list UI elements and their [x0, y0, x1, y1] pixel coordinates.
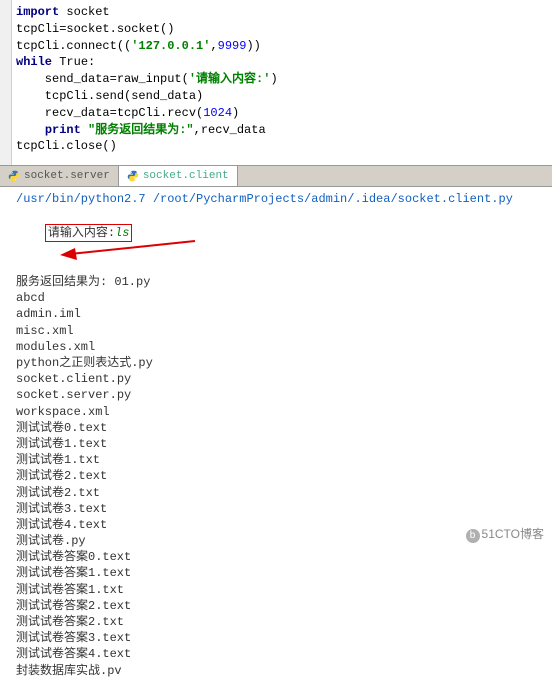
output-line: 测试试卷答案4.text — [16, 646, 544, 662]
output-line: admin.iml — [16, 306, 544, 322]
output-line: 测试试卷答案1.text — [16, 565, 544, 581]
code-line: tcpCli=socket.socket() — [16, 21, 552, 38]
tab-bar: socket.server socket.client — [0, 165, 552, 187]
output-line: 测试试卷1.txt — [16, 452, 544, 468]
code-line: tcpCli.close() — [16, 138, 552, 155]
output-line: 测试试卷答案2.text — [16, 598, 544, 614]
code-line: while True: — [16, 54, 552, 71]
code-line: print "服务返回结果为:",recv_data — [16, 122, 552, 139]
output-line: 测试试卷2.txt — [16, 485, 544, 501]
gutter — [0, 0, 12, 165]
output-line: socket.server.py — [16, 387, 544, 403]
output-line: workspace.xml — [16, 404, 544, 420]
python-icon — [8, 170, 20, 182]
output-line: 测试试卷0.text — [16, 420, 544, 436]
output-line: socket.client.py — [16, 371, 544, 387]
python-icon — [127, 170, 139, 182]
watermark: b51CTO博客 — [466, 525, 544, 543]
output-line: 测试试卷3.text — [16, 501, 544, 517]
code-line: tcpCli.send(send_data) — [16, 88, 552, 105]
interpreter-path: /usr/bin/python2.7 /root/PycharmProjects… — [16, 191, 544, 207]
output-line: 封装数据库实战.pv — [16, 663, 544, 679]
output-line: 测试试卷答案3.text — [16, 630, 544, 646]
output-line: 测试试卷1.text — [16, 436, 544, 452]
console-output[interactable]: /usr/bin/python2.7 /root/PycharmProjects… — [0, 187, 552, 687]
code-line: import socket — [16, 4, 552, 21]
output-line: misc.xml — [16, 323, 544, 339]
input-prompt-line: 请输入内容:ls — [16, 207, 544, 274]
result-line: 服务返回结果为: 01.py — [16, 274, 544, 290]
tab-socket-client[interactable]: socket.client — [119, 166, 238, 186]
tab-socket-server[interactable]: socket.server — [0, 166, 119, 186]
output-line: abcd — [16, 290, 544, 306]
annotation-arrow — [45, 243, 195, 257]
tab-label: socket.server — [24, 170, 110, 182]
output-line: 测试试卷答案0.text — [16, 549, 544, 565]
tab-label: socket.client — [143, 170, 229, 182]
output-line: 测试试卷答案2.txt — [16, 614, 544, 630]
code-editor[interactable]: import socket tcpCli=socket.socket() tcp… — [0, 0, 552, 165]
output-line: python之正则表达式.py — [16, 355, 544, 371]
output-line: modules.xml — [16, 339, 544, 355]
code-line: recv_data=tcpCli.recv(1024) — [16, 105, 552, 122]
output-line: 测试试卷2.text — [16, 468, 544, 484]
watermark-icon: b — [466, 529, 480, 543]
output-line: 测试试卷答案1.txt — [16, 582, 544, 598]
code-line: tcpCli.connect(('127.0.0.1',9999)) — [16, 38, 552, 55]
code-line: send_data=raw_input('请输入内容:') — [16, 71, 552, 88]
